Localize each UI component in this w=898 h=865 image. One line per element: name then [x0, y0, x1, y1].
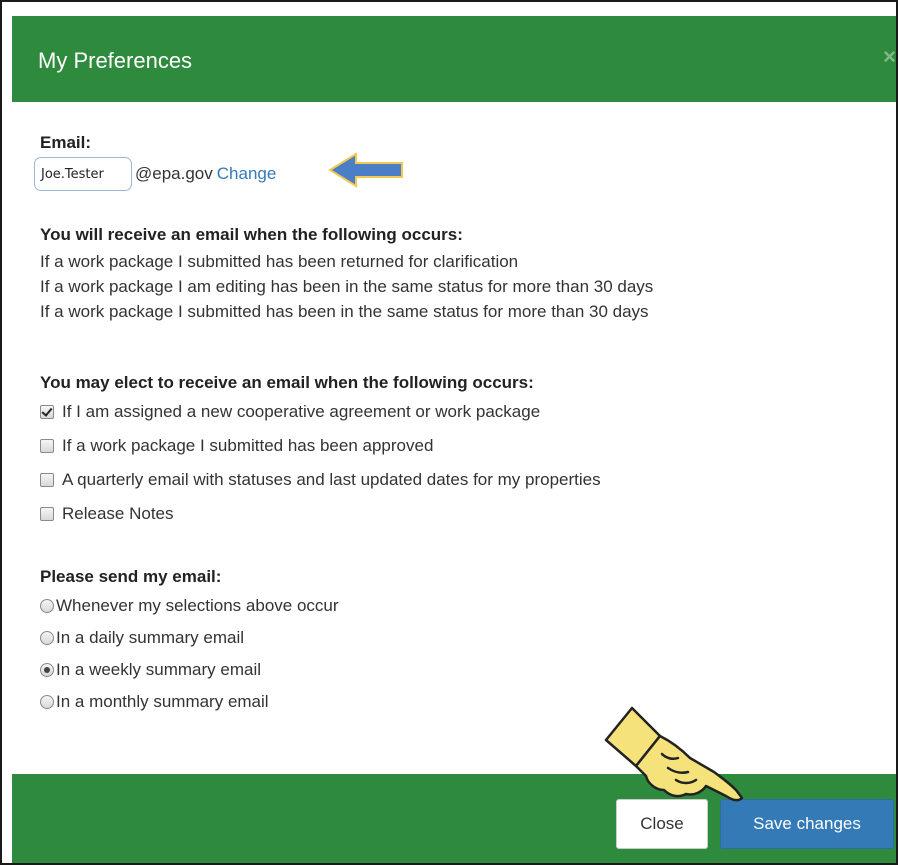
- radio-button-selected[interactable]: [40, 663, 54, 677]
- optional-heading: You may elect to receive an email when t…: [40, 373, 534, 392]
- preferences-dialog: My Preferences × Email: Joe.Tester @epa.…: [0, 0, 898, 865]
- email-row: Joe.Tester @epa.gov Change: [34, 154, 276, 194]
- option-label: A quarterly email with statuses and last…: [62, 470, 601, 489]
- option-label: In a daily summary email: [56, 628, 245, 647]
- automatic-heading: You will receive an email when the follo…: [40, 225, 463, 244]
- email-label: Email:: [40, 133, 92, 152]
- checkbox[interactable]: [40, 507, 54, 521]
- checkbox[interactable]: [40, 473, 54, 487]
- radio-button[interactable]: [40, 695, 54, 709]
- option-label: Release Notes: [62, 504, 174, 523]
- optional-option-assigned[interactable]: If I am assigned a new cooperative agree…: [40, 399, 860, 425]
- optional-option-release-notes[interactable]: Release Notes: [40, 501, 860, 527]
- optional-option-approved[interactable]: If a work package I submitted has been a…: [40, 433, 860, 459]
- checkbox-checked[interactable]: [40, 405, 54, 419]
- option-label: In a weekly summary email: [56, 660, 262, 679]
- frequency-option-daily[interactable]: In a daily summary email: [40, 625, 860, 651]
- dialog-footer: Close Save changes: [12, 774, 896, 863]
- automatic-item: If a work package I submitted has been r…: [40, 252, 519, 271]
- automatic-item: If a work package I am editing has been …: [40, 277, 654, 296]
- optional-option-quarterly[interactable]: A quarterly email with statuses and last…: [40, 467, 860, 493]
- dialog-title: My Preferences: [38, 48, 193, 73]
- frequency-heading: Please send my email:: [40, 567, 222, 586]
- left-arrow-icon: [328, 152, 403, 188]
- frequency-option-weekly[interactable]: In a weekly summary email: [40, 657, 860, 683]
- email-username-input[interactable]: Joe.Tester: [34, 157, 132, 191]
- radio-button[interactable]: [40, 599, 54, 613]
- change-email-link[interactable]: Change: [217, 164, 277, 184]
- option-label: If a work package I submitted has been a…: [62, 436, 434, 455]
- checkbox[interactable]: [40, 439, 54, 453]
- radio-button[interactable]: [40, 631, 54, 645]
- frequency-section: Please send my email: Whenever my select…: [40, 566, 860, 715]
- frequency-option-immediate[interactable]: Whenever my selections above occur: [40, 593, 860, 619]
- email-section: Email:: [40, 132, 860, 154]
- pointing-hand-icon: [604, 706, 744, 802]
- close-icon[interactable]: ×: [883, 44, 896, 70]
- email-domain: @epa.gov: [135, 164, 213, 183]
- automatic-notifications: You will receive an email when the follo…: [40, 224, 860, 324]
- dialog-header: My Preferences ×: [12, 16, 896, 102]
- option-label: Whenever my selections above occur: [56, 596, 339, 615]
- automatic-item: If a work package I submitted has been i…: [40, 302, 649, 321]
- option-label: If I am assigned a new cooperative agree…: [62, 402, 541, 421]
- option-label: In a monthly summary email: [56, 692, 269, 711]
- optional-notifications: You may elect to receive an email when t…: [40, 372, 860, 527]
